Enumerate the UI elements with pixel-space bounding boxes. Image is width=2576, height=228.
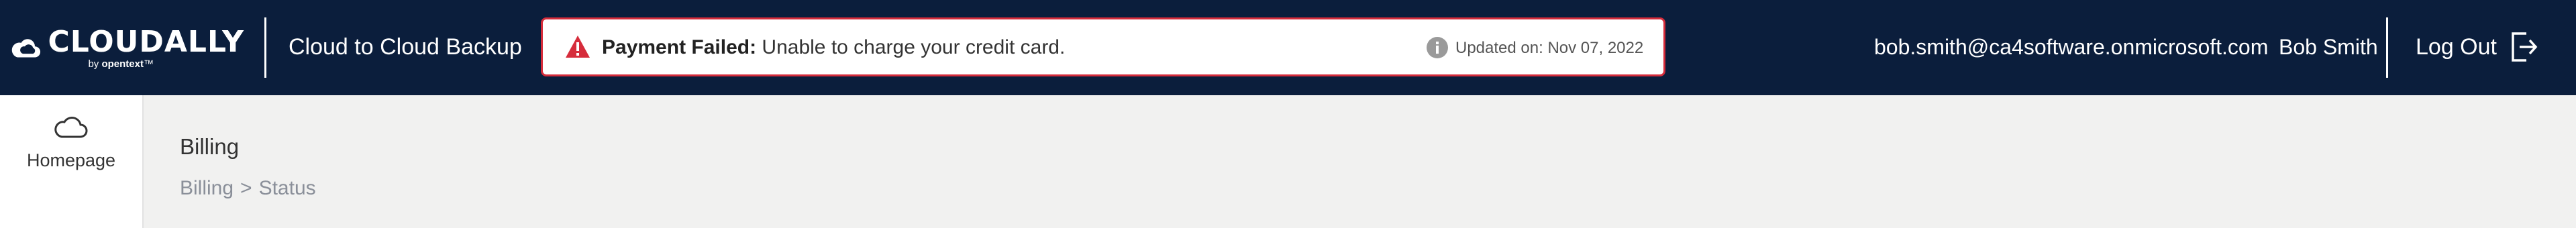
alert-title: Payment Failed: — [602, 36, 757, 58]
breadcrumb-item-billing[interactable]: Billing — [180, 177, 234, 200]
header-divider-right — [2386, 17, 2388, 78]
breadcrumb-separator: > — [240, 177, 252, 199]
logo-wordmark: CLOUDALLY — [48, 25, 244, 59]
alert-updated: Updated on: Nov 07, 2022 — [1455, 38, 1643, 58]
cloudally-logo[interactable]: CLOUDALLY by opentext™ — [9, 16, 244, 80]
sidebar: Homepage — [0, 95, 144, 228]
product-title: Cloud to Cloud Backup — [289, 34, 522, 60]
updated-label: Updated on: — [1455, 39, 1543, 57]
header-divider — [264, 17, 266, 78]
info-circle-icon — [1427, 37, 1448, 58]
logout-label: Log Out — [2416, 34, 2497, 60]
cloud-logo-icon — [11, 39, 41, 58]
logout-icon — [2512, 32, 2538, 62]
sidebar-item-label: Homepage — [26, 150, 116, 170]
page-title: Billing — [180, 134, 240, 159]
updated-date: Nov 07, 2022 — [1547, 39, 1644, 57]
cloud-outline-icon — [54, 117, 88, 138]
warning-triangle-icon — [566, 36, 590, 58]
user-email[interactable]: bob.smith@ca4software.onmicrosoft.com — [1874, 34, 2268, 60]
alert-detail: Unable to charge your credit card. — [762, 36, 1066, 58]
logo-subtitle: by opentext™ — [88, 58, 154, 70]
user-name[interactable]: Bob Smith — [2279, 34, 2378, 60]
breadcrumb-item-status: Status — [258, 177, 316, 199]
main-content: Billing Billing > Status — [144, 95, 2576, 228]
sidebar-item-homepage[interactable]: Homepage — [0, 115, 142, 203]
alert-message: Payment Failed: Unable to charge your cr… — [602, 36, 1065, 60]
payment-failed-alert: Payment Failed: Unable to charge your cr… — [541, 17, 1665, 76]
breadcrumb: Billing > Status — [180, 177, 316, 200]
logout-button[interactable]: Log Out — [2416, 27, 2538, 67]
top-bar: CLOUDALLY by opentext™ Cloud to Cloud Ba… — [0, 0, 2576, 95]
